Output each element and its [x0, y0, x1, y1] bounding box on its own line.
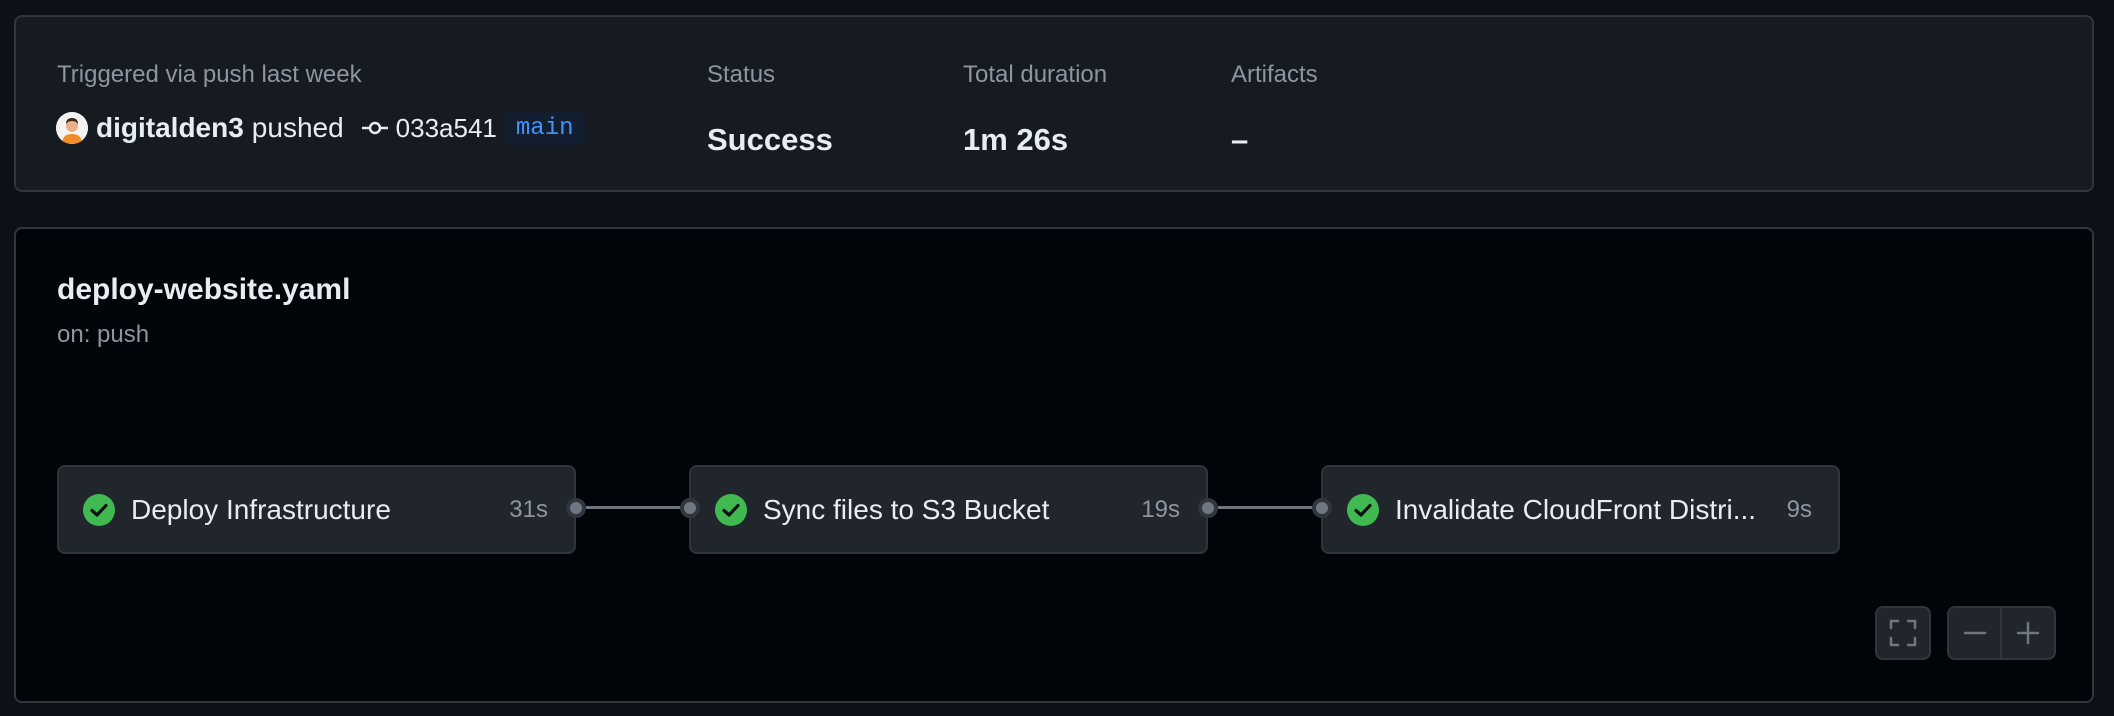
trigger-info: digitalden3 pushed 033a541 main [56, 109, 585, 147]
artifacts-label: Artifacts [1231, 61, 1318, 88]
zoom-in-button[interactable] [2002, 608, 2054, 658]
workflow-name[interactable]: deploy-website.yaml [57, 273, 350, 307]
check-circle-icon [715, 493, 747, 526]
job-output-port [566, 498, 586, 518]
job-input-port [680, 498, 700, 518]
duration-value: 1m 26s [963, 122, 1069, 157]
job-input-port [1312, 498, 1332, 518]
fullscreen-icon [1877, 608, 1929, 658]
duration-label: Total duration [963, 61, 1108, 88]
job-duration: 19s [1141, 495, 1180, 523]
fullscreen-button[interactable] [1875, 606, 1931, 660]
zoom-out-button[interactable] [1949, 608, 2003, 658]
commit-sha-link[interactable]: 033a541 [396, 113, 497, 144]
check-circle-icon [1347, 493, 1379, 526]
job-name: Sync files to S3 Bucket [763, 493, 1050, 525]
job-sync-files[interactable]: Sync files to S3 Bucket 19s [689, 465, 1208, 554]
action-text: pushed [251, 112, 344, 143]
job-name: Deploy Infrastructure [131, 493, 391, 525]
trigger-label: Triggered via push last week [57, 61, 362, 88]
job-invalidate-cloudfront[interactable]: Invalidate CloudFront Distri... 9s [1321, 465, 1840, 554]
job-deploy-infrastructure[interactable]: Deploy Infrastructure 31s [57, 465, 576, 554]
actor-link[interactable]: digitalden3 [96, 112, 244, 144]
job-output-port [1198, 498, 1218, 518]
status-label: Status [707, 61, 776, 88]
git-commit-icon [361, 120, 388, 136]
artifacts-value: – [1231, 122, 1249, 157]
job-duration: 31s [509, 495, 548, 523]
workflow-graph: deploy-website.yaml on: push Deploy Infr… [14, 227, 2094, 703]
zoom-controls [1947, 606, 2056, 660]
branch-badge[interactable]: main [504, 111, 585, 145]
plus-icon [2016, 621, 2040, 645]
avatar[interactable] [56, 112, 88, 144]
run-summary: Triggered via push last week digitalden3… [14, 15, 2094, 192]
workflow-trigger: on: push [57, 321, 150, 348]
check-circle-icon [83, 493, 115, 526]
minus-icon [1963, 631, 1986, 635]
status-value: Success [707, 122, 833, 157]
job-name: Invalidate CloudFront Distri... [1395, 493, 1757, 525]
job-duration: 9s [1786, 495, 1812, 523]
